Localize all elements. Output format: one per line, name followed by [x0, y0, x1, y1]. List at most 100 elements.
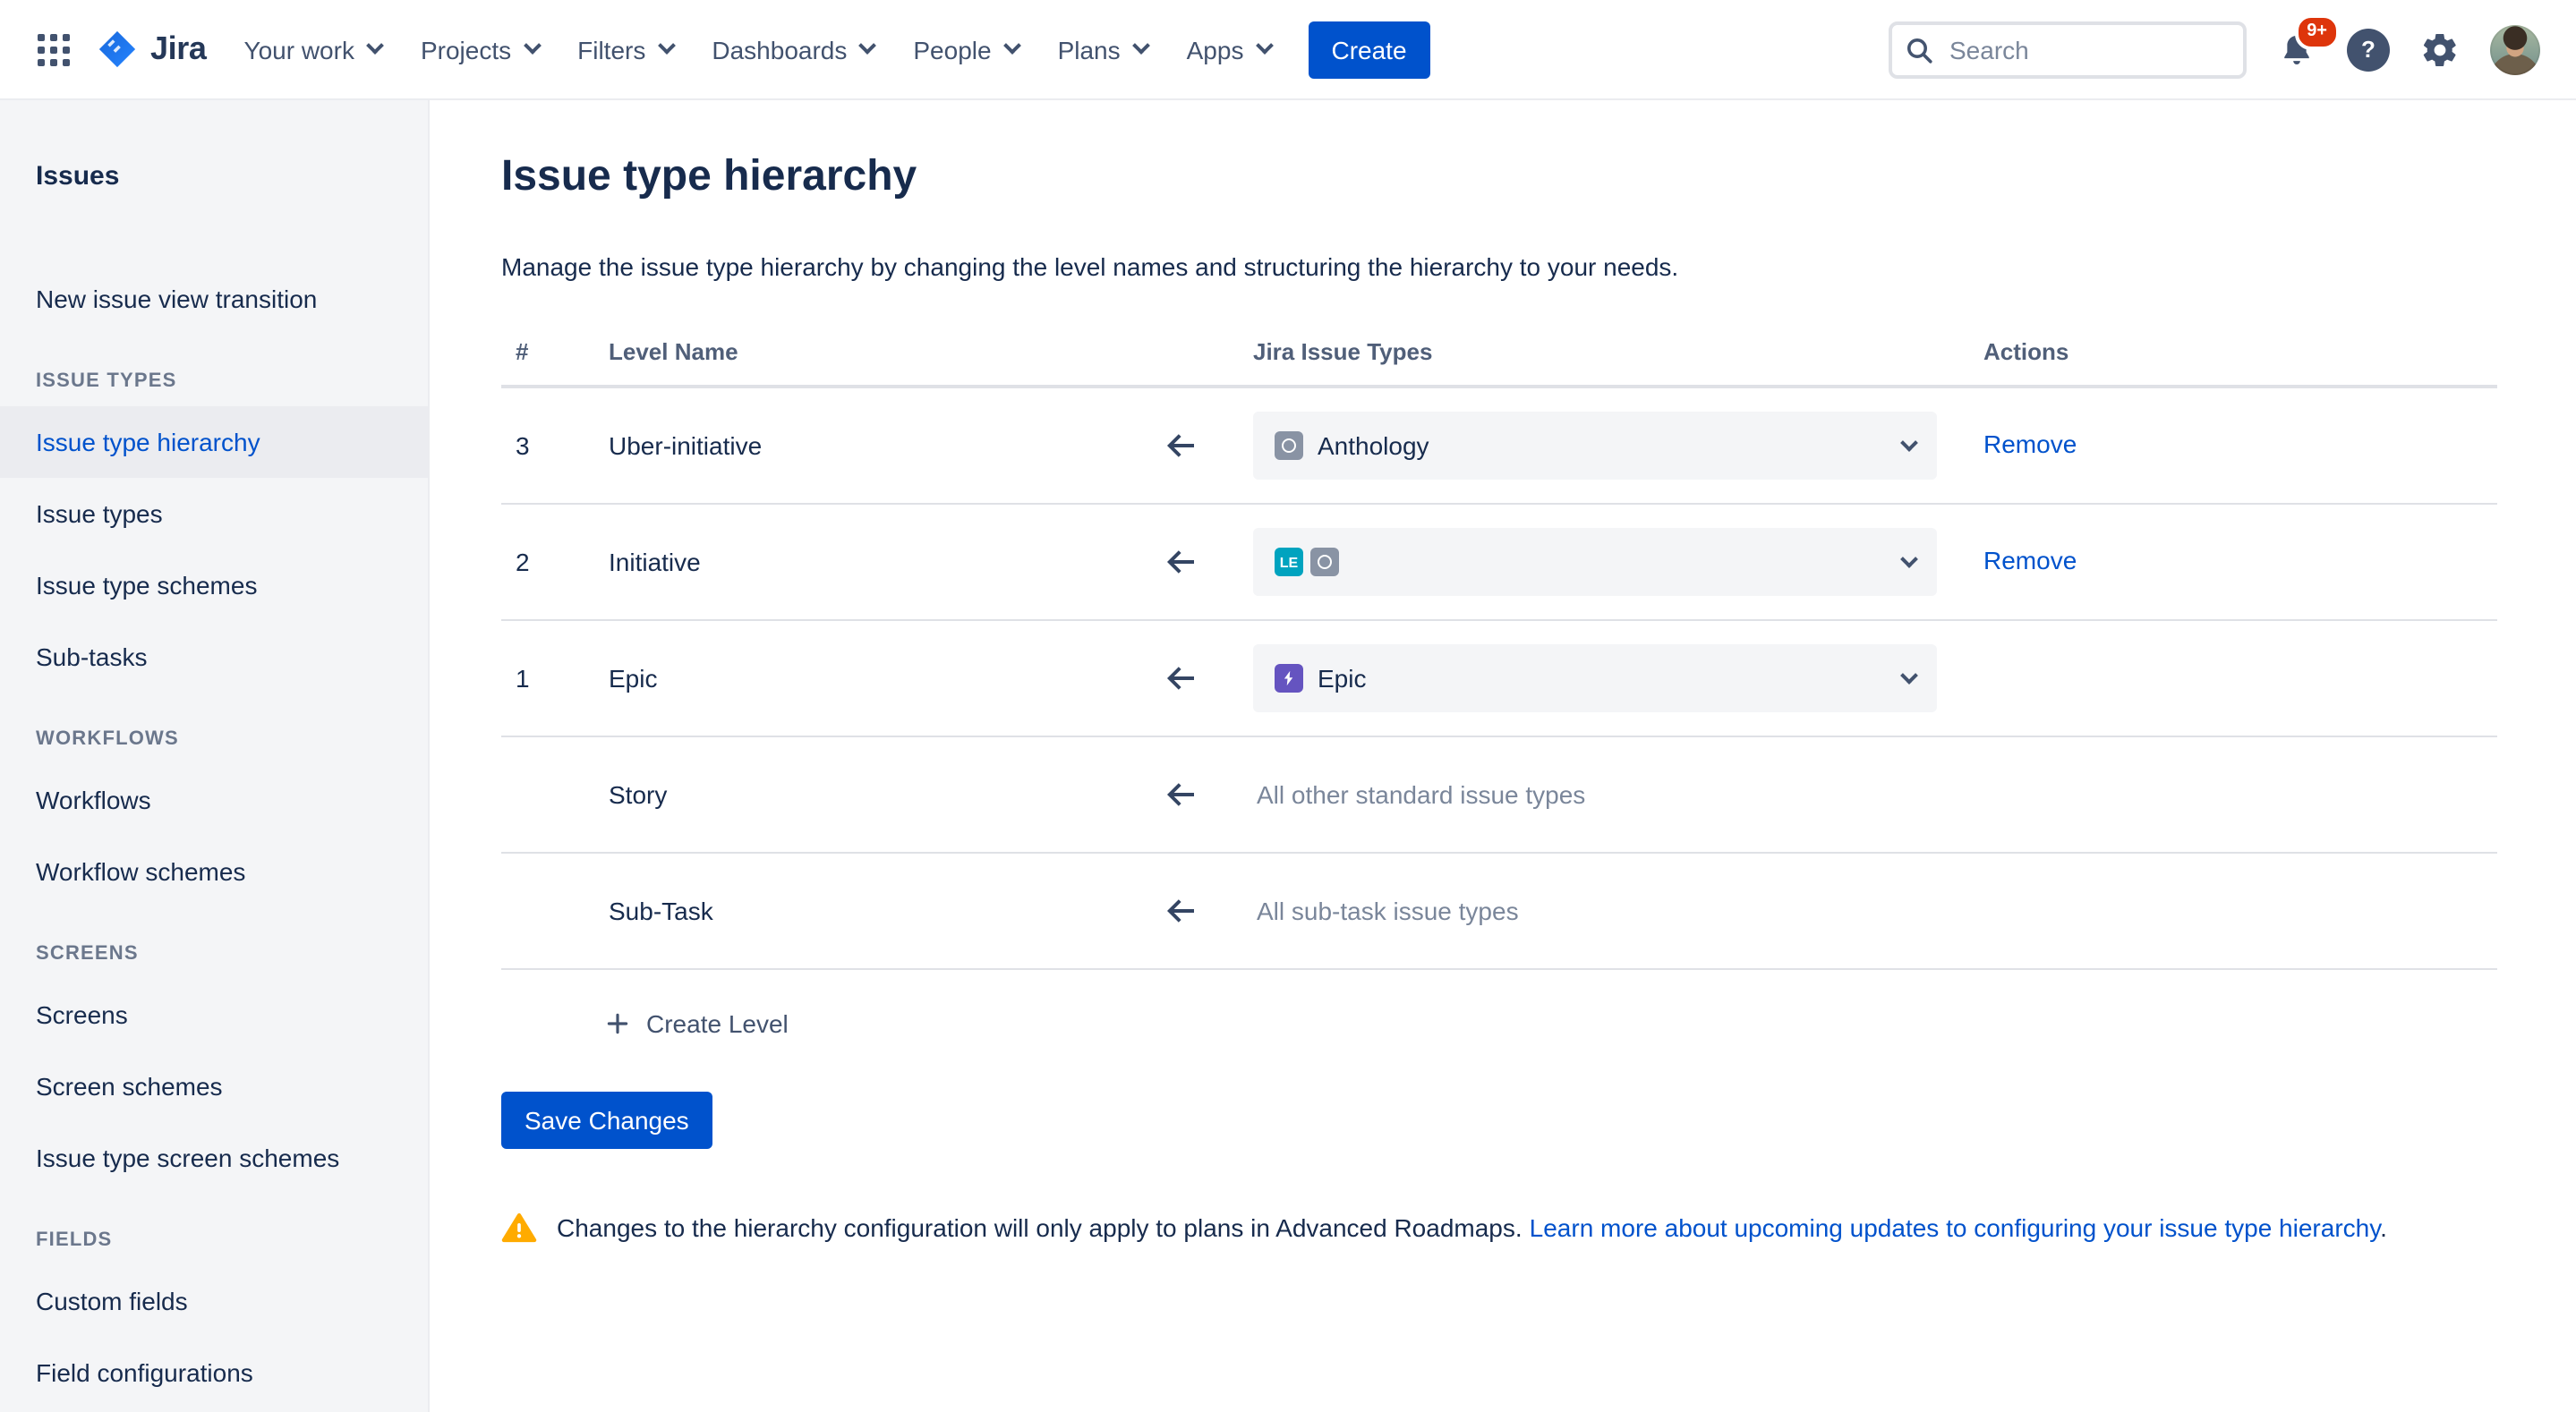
sidebar-item-label: Screen schemes — [36, 1072, 223, 1101]
jira-logo[interactable]: Jira — [82, 29, 224, 70]
sidebar-item-label: Custom fields — [36, 1287, 188, 1315]
le-initials-icon: LE — [1275, 548, 1303, 576]
chevron-down-icon — [1256, 37, 1274, 55]
arrow-cell — [1164, 660, 1253, 696]
sidebar-item-issue-type-hierarchy[interactable]: Issue type hierarchy — [0, 406, 428, 478]
arrow-cell — [1164, 893, 1253, 929]
level-number: 2 — [501, 548, 609, 576]
column-header-level-name: Level Name — [609, 337, 1164, 364]
nav-item-label: Plans — [1058, 35, 1121, 64]
chevron-down-icon — [523, 37, 541, 55]
nav-item-label: Filters — [577, 35, 645, 64]
nav-item-plans[interactable]: Plans — [1038, 21, 1167, 78]
issue-type-badges: LE — [1275, 548, 1339, 576]
create-level-button[interactable]: Create Level — [605, 1009, 789, 1038]
column-header-actions: Actions — [1983, 337, 2497, 364]
issue-type-badges — [1275, 431, 1303, 460]
search — [1889, 21, 2247, 78]
table-row: Story All other standard issue types — [501, 737, 2497, 854]
level-name: Epic — [609, 664, 1164, 693]
search-input[interactable] — [1889, 21, 2247, 78]
gear-icon — [2420, 30, 2460, 69]
issue-types-placeholder: All other standard issue types — [1253, 780, 1983, 809]
plus-icon — [605, 1011, 630, 1036]
chevron-down-icon — [1003, 37, 1021, 55]
sidebar-item-issue-type-schemes[interactable]: Issue type schemes — [0, 549, 428, 621]
chevron-down-icon — [1900, 549, 1918, 567]
sidebar-item-label: Workflow schemes — [36, 857, 245, 886]
sidebar-item-field-configurations[interactable]: Field configurations — [0, 1337, 428, 1408]
question-mark-icon: ? — [2361, 36, 2376, 63]
sidebar-item-sub-tasks[interactable]: Sub-tasks — [0, 621, 428, 693]
sidebar-item-label: Field configurations — [36, 1358, 253, 1387]
settings-sidebar: Issues New issue view transition ISSUE T… — [0, 100, 430, 1412]
sidebar-item-screens[interactable]: Screens — [0, 979, 428, 1050]
actions-cell: Remove — [1983, 546, 2497, 578]
avatar[interactable] — [2490, 24, 2540, 74]
sidebar-item-label: Workflows — [36, 786, 151, 814]
create-button[interactable]: Create — [1308, 21, 1429, 78]
hierarchy-table: # Level Name Jira Issue Types Actions 3 … — [501, 317, 2497, 970]
level-name: Sub-Task — [609, 897, 1164, 925]
column-header-number: # — [501, 337, 609, 364]
warning-message: Changes to the hierarchy configuration w… — [501, 1210, 2497, 1246]
grid-dots-icon — [38, 33, 70, 65]
arrow-left-icon — [1164, 660, 1199, 696]
sidebar-item-issue-type-screen-schemes[interactable]: Issue type screen schemes — [0, 1122, 428, 1194]
remove-level-button[interactable]: Remove — [1983, 546, 2077, 574]
issue-types-cell: Anthology — [1253, 412, 1983, 480]
sidebar-item-issue-types[interactable]: Issue types — [0, 478, 428, 549]
nav-item-label: People — [913, 35, 991, 64]
level-name: Uber-initiative — [609, 431, 1164, 460]
sidebar-item-workflows[interactable]: Workflows — [0, 764, 428, 836]
app-switcher-icon[interactable] — [25, 21, 82, 78]
notifications-button[interactable]: 9+ — [2273, 26, 2320, 72]
nav-item-projects[interactable]: Projects — [401, 21, 558, 78]
main-content: Issue type hierarchy Manage the issue ty… — [430, 100, 2576, 1412]
arrow-left-icon — [1164, 777, 1199, 812]
generic-issue-type-icon — [1275, 431, 1303, 460]
sidebar-section-issue-types: ISSUE TYPES — [0, 370, 428, 392]
sidebar-item-label: New issue view transition — [36, 285, 317, 313]
learn-more-link[interactable]: Learn more about upcoming updates to con… — [1530, 1213, 2381, 1242]
issue-types-dropdown[interactable]: Anthology — [1253, 412, 1937, 480]
help-button[interactable]: ? — [2347, 28, 2390, 71]
table-row: Sub-Task All sub-task issue types — [501, 854, 2497, 970]
settings-button[interactable] — [2417, 26, 2463, 72]
nav-item-label: Your work — [243, 35, 354, 64]
sidebar-item-custom-fields[interactable]: Custom fields — [0, 1265, 428, 1337]
sidebar-item-screen-schemes[interactable]: Screen schemes — [0, 1050, 428, 1122]
actions-cell: Remove — [1983, 430, 2497, 462]
notification-badge: 9+ — [2294, 13, 2340, 49]
chevron-down-icon — [1900, 433, 1918, 451]
nav-item-dashboards[interactable]: Dashboards — [692, 21, 893, 78]
issue-types-cell: Epic — [1253, 644, 1983, 712]
nav-item-people[interactable]: People — [893, 21, 1037, 78]
level-number: 3 — [501, 431, 609, 460]
level-number: 1 — [501, 664, 609, 693]
generic-issue-type-icon — [1310, 548, 1339, 576]
remove-level-button[interactable]: Remove — [1983, 430, 2077, 458]
sidebar-item-label: Screens — [36, 1000, 128, 1029]
nav-item-apps[interactable]: Apps — [1167, 21, 1291, 78]
issue-types-dropdown[interactable]: Epic — [1253, 644, 1937, 712]
nav-item-label: Apps — [1187, 35, 1244, 64]
chevron-down-icon — [858, 37, 876, 55]
chevron-down-icon — [1900, 666, 1918, 684]
chevron-down-icon — [657, 37, 675, 55]
nav-item-filters[interactable]: Filters — [558, 21, 692, 78]
sidebar-item-workflow-schemes[interactable]: Workflow schemes — [0, 836, 428, 907]
nav-item-your-work[interactable]: Your work — [224, 21, 401, 78]
sidebar-item-new-issue-view-transition[interactable]: New issue view transition — [0, 263, 428, 335]
save-changes-button[interactable]: Save Changes — [501, 1092, 712, 1149]
primary-nav: Your work Projects Filters Dashboards Pe… — [224, 21, 1290, 78]
top-navigation: Jira Your work Projects Filters Dashboar… — [0, 0, 2576, 100]
sidebar-section-screens: SCREENS — [0, 943, 428, 965]
column-header-jira-issue-types: Jira Issue Types — [1253, 337, 1983, 364]
page-description: Manage the issue type hierarchy by chang… — [501, 249, 2497, 285]
level-name: Story — [609, 780, 1164, 809]
dropdown-value: Anthology — [1318, 431, 1429, 460]
issue-types-dropdown[interactable]: LE — [1253, 528, 1937, 596]
jira-logo-text: Jira — [150, 30, 206, 68]
level-name: Initiative — [609, 548, 1164, 576]
